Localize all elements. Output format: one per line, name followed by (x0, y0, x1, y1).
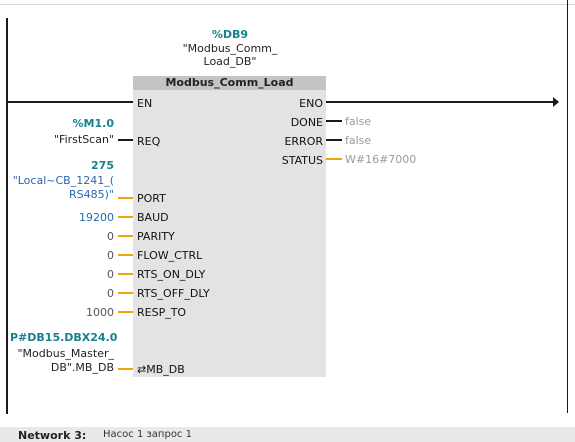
top-divider (0, 4, 575, 5)
eno-arrow-icon (553, 97, 559, 107)
done-wire (326, 120, 342, 122)
mb-db-wire (118, 368, 133, 370)
port-wire (118, 197, 133, 199)
rts-off-dly-value[interactable]: 0 (10, 287, 114, 300)
rts-on-dly-value[interactable]: 0 (10, 268, 114, 281)
pin-en[interactable]: EN (137, 97, 152, 110)
instance-db-symbol[interactable]: "Modbus_Comm_ Load_DB" (133, 42, 327, 68)
left-power-rail (6, 18, 8, 414)
port-operand[interactable]: 275 (10, 159, 114, 172)
rts-off-dly-wire (118, 292, 133, 294)
right-power-rail (567, 0, 568, 413)
error-value[interactable]: false (345, 134, 371, 147)
req-wire (118, 139, 133, 141)
port-symbol-line2[interactable]: RS485)" (10, 188, 114, 201)
baud-wire (118, 216, 133, 218)
mb-db-symbol-line1[interactable]: "Modbus_Master_ (10, 347, 114, 360)
pin-rts-off-dly[interactable]: RTS_OFF_DLY (137, 287, 210, 300)
port-symbol-line1[interactable]: "Local~CB_1241_( (10, 174, 114, 187)
parity-value[interactable]: 0 (10, 230, 114, 243)
pin-port[interactable]: PORT (137, 192, 166, 205)
rts-on-dly-wire (118, 273, 133, 275)
parity-wire (118, 235, 133, 237)
mb-db-operand[interactable]: P#DB15.DBX24.0 (10, 331, 117, 344)
pin-done[interactable]: DONE (243, 116, 323, 129)
instance-db-symbol-line1: "Modbus_Comm_ (182, 42, 278, 55)
resp-to-value[interactable]: 1000 (10, 306, 114, 319)
block-title: Modbus_Comm_Load (133, 76, 326, 90)
status-value[interactable]: W#16#7000 (345, 153, 416, 166)
pin-resp-to[interactable]: RESP_TO (137, 306, 186, 319)
pin-error[interactable]: ERROR (243, 135, 323, 148)
pin-eno[interactable]: ENO (243, 97, 323, 110)
pin-status[interactable]: STATUS (243, 154, 323, 167)
flow-ctrl-wire (118, 254, 133, 256)
instance-db-symbol-line2: Load_DB" (203, 55, 257, 68)
mb-db-symbol-line2[interactable]: DB".MB_DB (10, 361, 114, 374)
eno-connection (326, 101, 558, 103)
flow-ctrl-value[interactable]: 0 (10, 249, 114, 262)
pin-flow-ctrl[interactable]: FLOW_CTRL (137, 249, 202, 262)
baud-value[interactable]: 19200 (10, 211, 114, 224)
error-wire (326, 139, 342, 141)
resp-to-wire (118, 311, 133, 313)
en-connection (8, 101, 133, 103)
pin-mb-db[interactable]: ⇄MB_DB (137, 363, 185, 376)
done-value[interactable]: false (345, 115, 371, 128)
req-operand[interactable]: %M1.0 (10, 117, 114, 130)
pin-baud[interactable]: BAUD (137, 211, 169, 224)
instance-db-name[interactable]: %DB9 (133, 28, 327, 41)
pin-rts-on-dly[interactable]: RTS_ON_DLY (137, 268, 205, 281)
pin-req[interactable]: REQ (137, 135, 160, 148)
network-title[interactable]: Насос 1 запрос 1 (103, 429, 192, 440)
network-label: Network 3: (18, 429, 87, 442)
pin-parity[interactable]: PARITY (137, 230, 175, 243)
req-symbol[interactable]: "FirstScan" (10, 133, 114, 146)
status-wire (326, 158, 342, 160)
